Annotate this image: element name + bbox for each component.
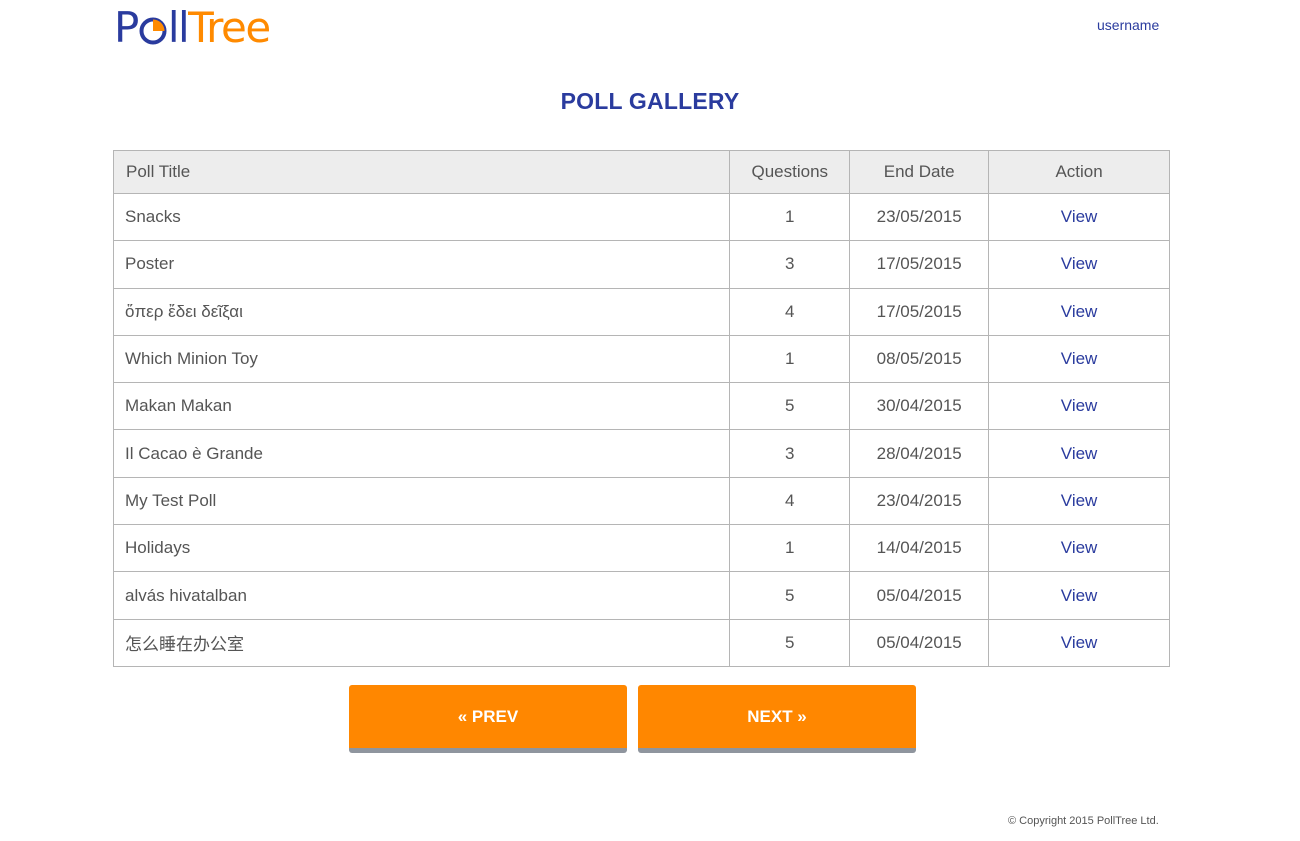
poll-title-cell: alvás hivatalban bbox=[112, 571, 731, 620]
poll-title-cell: Poster bbox=[112, 240, 731, 289]
poll-gallery-page: P ll Tree username POLL GALLERY Poll Tit… bbox=[0, 0, 1300, 841]
poll-title-cell: Snacks bbox=[112, 192, 731, 242]
action-cell: View bbox=[988, 287, 1170, 336]
action-cell: View bbox=[988, 240, 1170, 289]
end-date-cell: 08/05/2015 bbox=[849, 334, 990, 384]
view-link[interactable]: View bbox=[1061, 302, 1098, 321]
end-date-cell: 23/04/2015 bbox=[849, 476, 990, 526]
view-link[interactable]: View bbox=[1061, 254, 1098, 273]
pie-chart-icon bbox=[139, 17, 167, 45]
action-cell: View bbox=[988, 571, 1170, 620]
questions-cell: 1 bbox=[729, 334, 851, 384]
view-link[interactable]: View bbox=[1061, 586, 1098, 605]
end-date-cell: 14/04/2015 bbox=[849, 524, 990, 573]
column-header-questions: Questions bbox=[729, 150, 851, 194]
next-page-button[interactable]: NEXT » bbox=[638, 685, 916, 753]
prev-page-button[interactable]: « PREV bbox=[349, 685, 627, 753]
end-date-cell: 05/04/2015 bbox=[849, 571, 990, 620]
end-date-cell: 23/05/2015 bbox=[849, 192, 990, 242]
action-cell: View bbox=[988, 476, 1170, 526]
view-link[interactable]: View bbox=[1061, 538, 1098, 557]
table-row: ὅπερ ἔδει δεῖξαι 4 17/05/2015 View bbox=[112, 287, 1170, 336]
table-row: alvás hivatalban 5 05/04/2015 View bbox=[112, 571, 1170, 620]
end-date-cell: 28/04/2015 bbox=[849, 429, 990, 478]
end-date-cell: 05/04/2015 bbox=[849, 618, 990, 667]
polltree-logo[interactable]: P ll Tree bbox=[114, 3, 271, 52]
view-link[interactable]: View bbox=[1061, 396, 1098, 415]
view-link[interactable]: View bbox=[1061, 633, 1098, 652]
table-header-row: Poll Title Questions End Date Action bbox=[112, 150, 1170, 194]
questions-cell: 5 bbox=[729, 382, 851, 431]
action-cell: View bbox=[988, 524, 1170, 573]
poll-title-cell: Il Cacao è Grande bbox=[112, 429, 731, 478]
poll-table: Poll Title Questions End Date Action Sna… bbox=[112, 150, 1170, 667]
questions-cell: 5 bbox=[729, 571, 851, 620]
poll-title-cell: Makan Makan bbox=[112, 382, 731, 431]
action-cell: View bbox=[988, 429, 1170, 478]
username-link[interactable]: username bbox=[1097, 17, 1159, 33]
poll-title-cell: ὅπερ ἔδει δεῖξαι bbox=[112, 287, 731, 336]
column-header-end-date: End Date bbox=[849, 150, 990, 194]
view-link[interactable]: View bbox=[1061, 444, 1098, 463]
view-link[interactable]: View bbox=[1061, 491, 1098, 510]
questions-cell: 4 bbox=[729, 287, 851, 336]
table-row: Makan Makan 5 30/04/2015 View bbox=[112, 382, 1170, 431]
view-link[interactable]: View bbox=[1061, 207, 1098, 226]
table-row: Holidays 1 14/04/2015 View bbox=[112, 524, 1170, 573]
copyright-notice: © Copyright 2015 PollTree Ltd. bbox=[1008, 815, 1159, 827]
page-title: POLL GALLERY bbox=[560, 88, 740, 114]
end-date-cell: 17/05/2015 bbox=[849, 287, 990, 336]
end-date-cell: 17/05/2015 bbox=[849, 240, 990, 289]
action-cell: View bbox=[988, 618, 1170, 667]
column-header-poll-title: Poll Title bbox=[112, 150, 731, 194]
table-row: Poster 3 17/05/2015 View bbox=[112, 240, 1170, 289]
action-cell: View bbox=[988, 192, 1170, 242]
action-cell: View bbox=[988, 334, 1170, 384]
action-cell: View bbox=[988, 382, 1170, 431]
logo-text-ll: ll bbox=[167, 3, 190, 52]
poll-title-cell: Which Minion Toy bbox=[112, 334, 731, 384]
table-row: Snacks 1 23/05/2015 View bbox=[112, 192, 1170, 242]
poll-title-cell: Holidays bbox=[112, 524, 731, 573]
end-date-cell: 30/04/2015 bbox=[849, 382, 990, 431]
questions-cell: 1 bbox=[729, 524, 851, 573]
poll-title-cell: My Test Poll bbox=[112, 476, 731, 526]
column-header-action: Action bbox=[988, 150, 1170, 194]
table-row: My Test Poll 4 23/04/2015 View bbox=[112, 476, 1170, 526]
questions-cell: 5 bbox=[729, 618, 851, 667]
view-link[interactable]: View bbox=[1061, 349, 1098, 368]
table-row: Which Minion Toy 1 08/05/2015 View bbox=[112, 334, 1170, 384]
poll-title-cell: 怎么睡在办公室 bbox=[112, 618, 731, 667]
table-row: Il Cacao è Grande 3 28/04/2015 View bbox=[112, 429, 1170, 478]
questions-cell: 3 bbox=[729, 429, 851, 478]
logo-text-tree: Tree bbox=[188, 3, 271, 52]
questions-cell: 3 bbox=[729, 240, 851, 289]
logo-text-p: P bbox=[114, 3, 139, 52]
questions-cell: 1 bbox=[729, 192, 851, 242]
questions-cell: 4 bbox=[729, 476, 851, 526]
table-row: 怎么睡在办公室 5 05/04/2015 View bbox=[112, 618, 1170, 667]
